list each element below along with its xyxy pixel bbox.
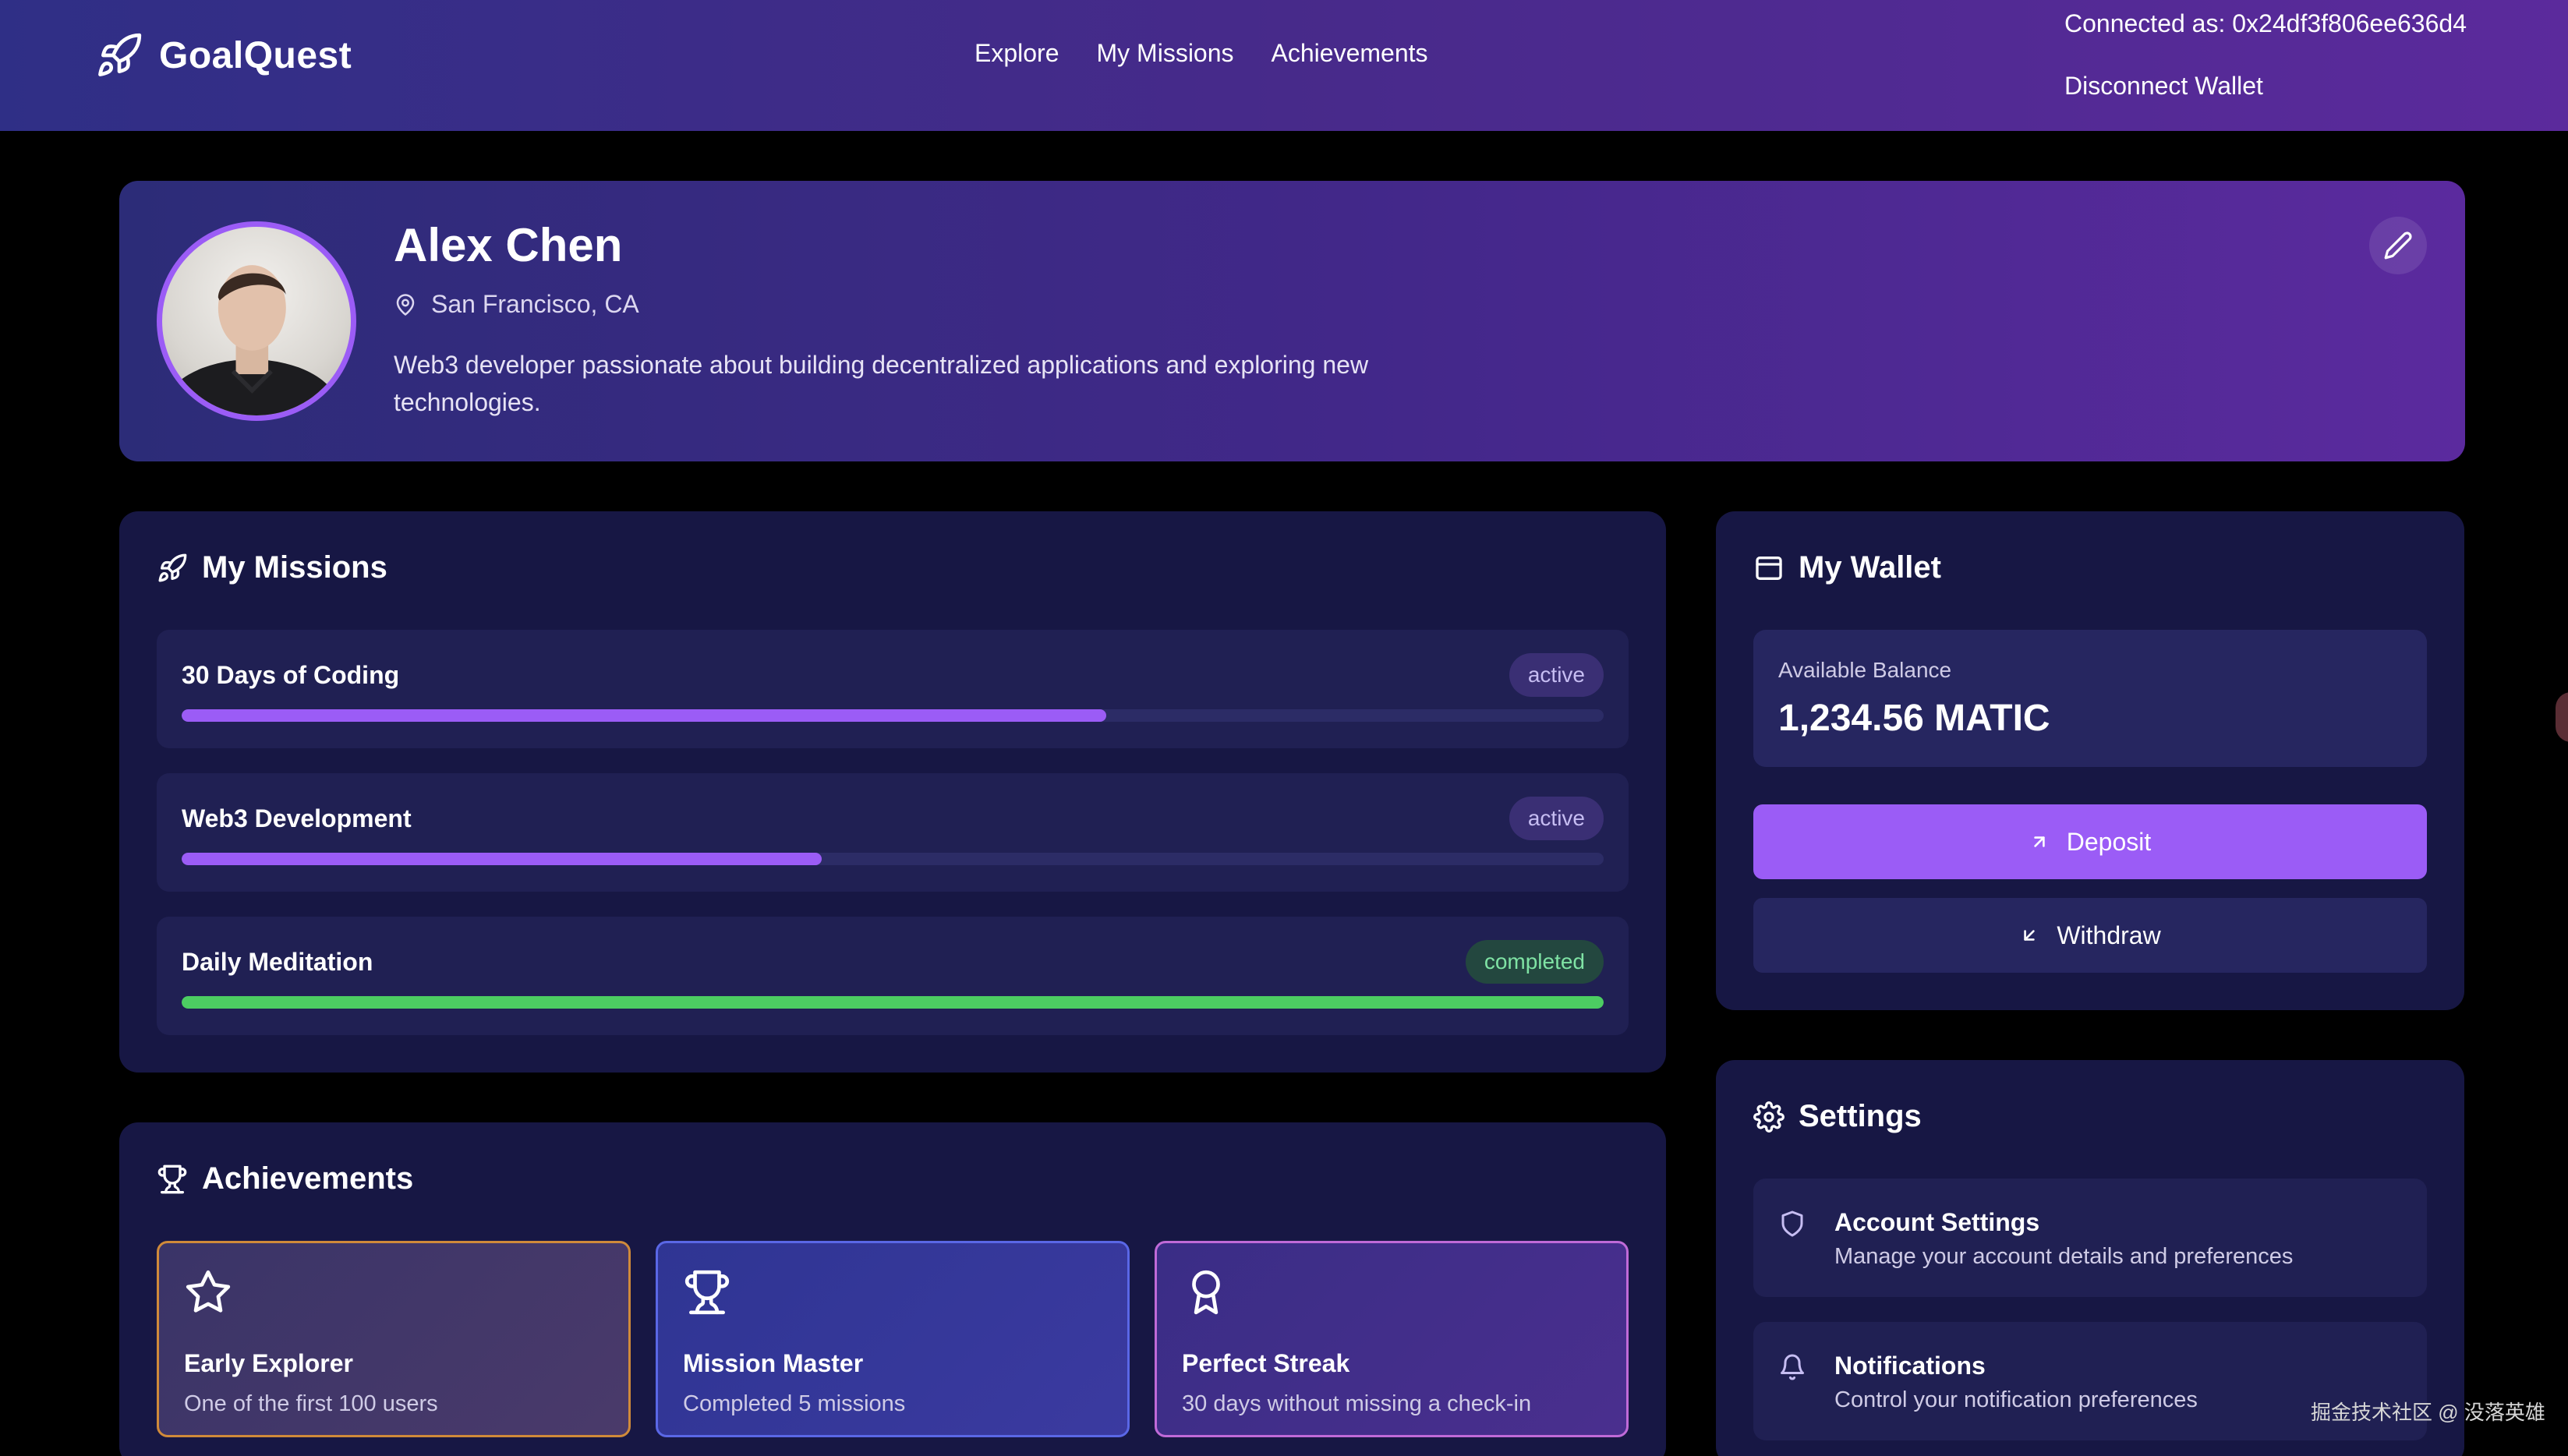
achievements-heading: Achievements: [157, 1161, 413, 1196]
connected-address: Connected as: 0x24df3f806ee636d4: [2064, 9, 2467, 37]
wallet-title: My Wallet: [1799, 550, 1941, 585]
arrow-up-right-icon: [2034, 836, 2045, 847]
floating-edge-handle[interactable]: [2556, 692, 2568, 742]
main-nav: Explore My Missions Achievements: [974, 39, 1428, 68]
edit-profile-button[interactable]: [2369, 217, 2427, 274]
nav-achievements[interactable]: Achievements: [1272, 39, 1428, 68]
mission-item[interactable]: Web3 Development active: [157, 773, 1629, 892]
progress-fill: [182, 709, 1106, 722]
profile-bio: Web3 developer passionate about building…: [394, 351, 1369, 416]
achievements-panel: Achievements Early Explorer One of the f…: [119, 1122, 1666, 1456]
balance-value: 1,234.56 MATIC: [1778, 698, 2050, 739]
gear-icon: [1753, 1101, 1785, 1133]
wallet-icon: [1756, 556, 1782, 580]
settings-item-account[interactable]: Account Settings Manage your account det…: [1753, 1179, 2427, 1297]
profile-name: Alex Chen: [394, 219, 623, 271]
wallet-heading: My Wallet: [1753, 550, 1941, 585]
mission-name: 30 Days of Coding: [182, 661, 400, 689]
location-text: San Francisco, CA: [431, 290, 639, 318]
settings-item-title: Notifications: [1834, 1352, 1986, 1380]
profile-location: San Francisco, CA: [394, 290, 639, 319]
disconnect-wallet-button[interactable]: Disconnect Wallet: [2064, 72, 2263, 101]
achievements-title: Achievements: [202, 1161, 414, 1196]
pencil-icon: [2384, 231, 2412, 260]
balance-box: Available Balance 1,234.56 MATIC: [1753, 630, 2427, 767]
withdraw-button[interactable]: Withdraw: [1753, 898, 2427, 973]
trophy-icon: [684, 1270, 730, 1315]
mission-name: Daily Meditation: [182, 948, 373, 976]
bell-icon: [1781, 1354, 1804, 1380]
achievement-desc: One of the first 100 users: [184, 1391, 438, 1416]
app-name: GoalQuest: [159, 34, 352, 76]
achievement-card-early-explorer[interactable]: Early Explorer One of the first 100 user…: [157, 1241, 631, 1437]
achievement-card-perfect-streak[interactable]: Perfect Streak 30 days without missing a…: [1155, 1241, 1629, 1437]
arrow-down-left-icon: [2024, 930, 2036, 941]
status-badge: completed: [1465, 940, 1604, 984]
avatar: [157, 221, 356, 421]
achievement-desc: 30 days without missing a check-in: [1182, 1391, 1532, 1416]
profile-card: Alex Chen San Francisco, CA Web3 develop…: [119, 181, 2465, 461]
deposit-button[interactable]: Deposit: [1753, 804, 2427, 879]
nav-my-missions[interactable]: My Missions: [1097, 39, 1234, 68]
watermark: 掘金技术社区 @ 没落英雄: [2311, 1401, 2545, 1424]
progress-fill: [182, 996, 1604, 1009]
mission-item[interactable]: Daily Meditation completed: [157, 917, 1629, 1035]
brand-logo[interactable]: GoalQuest: [95, 31, 352, 80]
settings-item-desc: Control your notification preferences: [1834, 1387, 2198, 1412]
settings-title: Settings: [1799, 1099, 1922, 1133]
avatar-portrait: [162, 265, 340, 415]
star-icon: [186, 1270, 231, 1313]
achievement-card-mission-master[interactable]: Mission Master Completed 5 missions: [656, 1241, 1130, 1437]
status-badge: active: [1509, 653, 1604, 697]
wallet-panel: My Wallet Available Balance 1,234.56 MAT…: [1716, 511, 2464, 1010]
missions-title: My Missions: [202, 550, 387, 585]
achievement-title: Early Explorer: [184, 1349, 353, 1377]
progress-bar: [182, 853, 1604, 865]
rocket-icon: [158, 553, 187, 581]
shield-icon: [1781, 1210, 1803, 1237]
top-navigation-bar: GoalQuest Explore My Missions Achievemen…: [0, 0, 2568, 131]
nav-explore[interactable]: Explore: [974, 39, 1059, 68]
progress-fill: [182, 853, 822, 865]
achievement-title: Mission Master: [683, 1349, 864, 1377]
achievement-title: Perfect Streak: [1182, 1349, 1350, 1377]
progress-bar: [182, 996, 1604, 1009]
balance-label: Available Balance: [1778, 658, 1952, 682]
rocket-icon: [98, 33, 142, 76]
missions-panel: My Missions 30 Days of Coding active Web…: [119, 511, 1666, 1073]
missions-heading: My Missions: [157, 550, 387, 585]
award-icon: [1192, 1270, 1220, 1315]
mission-name: Web3 Development: [182, 804, 412, 832]
map-pin-icon: [396, 293, 415, 316]
settings-item-desc: Manage your account details and preferen…: [1834, 1244, 2294, 1269]
progress-bar: [182, 709, 1604, 722]
mission-item[interactable]: 30 Days of Coding active: [157, 630, 1629, 748]
settings-heading: Settings: [1753, 1099, 1922, 1134]
status-badge: active: [1509, 797, 1604, 840]
deposit-label: Deposit: [2066, 827, 2152, 856]
withdraw-label: Withdraw: [2057, 921, 2161, 949]
settings-item-title: Account Settings: [1834, 1208, 2040, 1236]
trophy-icon: [157, 1164, 187, 1193]
achievement-desc: Completed 5 missions: [683, 1391, 906, 1416]
